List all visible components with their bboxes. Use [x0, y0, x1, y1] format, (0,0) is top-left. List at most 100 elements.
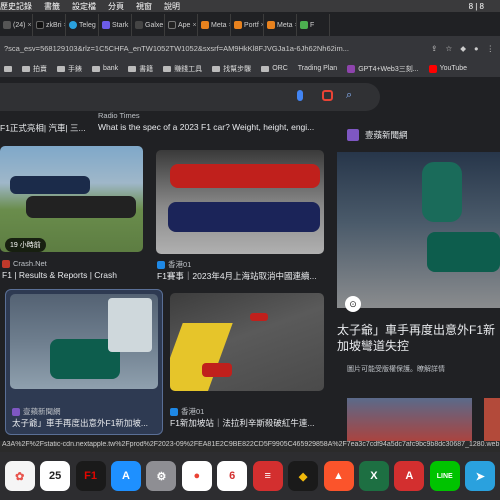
tab-label: Ape [178, 21, 191, 29]
binance-icon[interactable]: ◆ [288, 461, 319, 491]
zkbridge-icon [36, 21, 44, 29]
panel-source[interactable]: 壹蘋新聞網 [347, 129, 408, 141]
bookmark-gpt4[interactable]: GPT4+Web3三刻... [347, 64, 419, 74]
tab-2[interactable]: zkBri× [33, 14, 66, 36]
bookmark-bank[interactable]: bank [92, 65, 118, 72]
telegram-icon [69, 21, 77, 29]
bookmark-trading[interactable]: Trading Plan [298, 65, 337, 72]
menu-history[interactable]: 歷史記錄 [0, 1, 32, 12]
brave-icon[interactable]: ▲ [323, 461, 354, 491]
result-snippet[interactable]: F1正式亮相| 汽車| 三... [0, 122, 86, 134]
tab-1[interactable]: (24) × [0, 14, 33, 36]
menu-tabs[interactable]: 分頁 [108, 1, 124, 12]
share-icon[interactable]: ⇪ [431, 44, 437, 53]
bookmark-label: ORC [272, 65, 288, 72]
result-image[interactable] [170, 293, 324, 391]
bookmark-folder[interactable] [4, 65, 12, 72]
menu-help[interactable]: 說明 [164, 1, 180, 12]
app-6-icon[interactable]: 6 [217, 461, 248, 491]
bookmark-books[interactable]: 書籍 [128, 64, 153, 74]
photos-icon[interactable]: ✿ [4, 461, 35, 491]
result-source: 壹蘋新聞網 [12, 406, 61, 417]
url-field[interactable]: ?sca_esv=568129103&rlz=1C5CHFA_enTW1052T… [4, 44, 425, 53]
close-icon[interactable]: × [192, 22, 196, 29]
tab-5[interactable]: Galxe× [132, 14, 165, 36]
preview-image[interactable] [337, 152, 500, 308]
bookmark-watch[interactable]: 手錶 [57, 64, 82, 74]
tab-label: Teleg [79, 21, 96, 29]
bookmark-auction[interactable]: 拍賣 [22, 64, 47, 74]
line-icon[interactable]: LINE [429, 461, 460, 491]
lens-icon[interactable] [322, 90, 333, 101]
result-image[interactable] [156, 150, 324, 254]
tab-4[interactable]: Stark× [99, 14, 132, 36]
settings-icon[interactable]: ⚙ [146, 461, 177, 491]
menu-bookmarks[interactable]: 書籤 [44, 1, 60, 12]
bookmark-youtube[interactable]: YouTube [428, 64, 467, 73]
app-icon [300, 21, 308, 29]
bookmark-steps[interactable]: 找幫步驟 [212, 64, 251, 74]
acrobat-icon[interactable]: A [394, 461, 425, 491]
tab-10[interactable]: F [297, 14, 330, 36]
bookmarks-bar: 拍賣 手錶 bank 書籍 賺錢工具 找幫步驟 ORC Trading Plan… [0, 60, 500, 78]
metamask-icon [267, 21, 275, 29]
bookmark-orc[interactable]: ORC [261, 65, 288, 72]
star-icon[interactable]: ☆ [445, 44, 452, 53]
bookmark-tools[interactable]: 賺錢工具 [163, 64, 202, 74]
lens-search-icon[interactable]: ⊙ [345, 296, 361, 312]
tab-label: (24) [13, 21, 26, 29]
menu-profiles[interactable]: 設定檔 [72, 1, 96, 12]
result-caption[interactable]: F1 | Results & Reports | Crash [2, 270, 117, 280]
tab-label: F [310, 21, 315, 29]
result-caption[interactable]: F1賽事｜2023年4月上海站取消中國連續... [157, 270, 327, 282]
excel-icon[interactable]: X [358, 461, 389, 491]
tab-6[interactable]: Ape × [165, 14, 198, 36]
copyright-notice[interactable]: 圖片可能受版權保護。瞭解詳情 [347, 364, 445, 374]
bookmark-label: bank [103, 65, 119, 72]
tab-9[interactable]: Meta× [264, 14, 297, 36]
nextapple-icon [12, 407, 20, 416]
search-icon[interactable]: ⌕ [346, 89, 352, 102]
ferrari-car-image [170, 164, 320, 188]
red-app-icon[interactable]: ≡ [252, 461, 283, 491]
mic-icon[interactable] [297, 90, 303, 101]
ape-icon [168, 21, 176, 29]
stark-icon [102, 21, 110, 29]
menubar-status-text: 8 | 8 [468, 1, 484, 11]
menubar-status: 8 | 8 [469, 2, 496, 11]
nextapple-icon [347, 129, 359, 141]
preview-title[interactable]: 太子爺」車手再度出意外F1新加坡彎道失控 [337, 322, 500, 356]
folder-icon [163, 65, 172, 72]
result-caption[interactable]: 太子爺」車手再度出意外F1新加坡... [12, 417, 158, 429]
chrome-icon[interactable]: ● [181, 461, 212, 491]
folder-icon [212, 65, 221, 72]
result-source: Radio Times [98, 111, 140, 120]
folder-icon [261, 65, 270, 72]
extension-icon[interactable]: ◆ [460, 44, 466, 53]
f1-car-image [10, 176, 90, 194]
metamask-icon [234, 21, 242, 29]
gpt-icon [347, 64, 356, 73]
crash-net-icon [2, 259, 10, 268]
menu-window[interactable]: 視窗 [136, 1, 152, 12]
tab-8[interactable]: Portf× [231, 14, 264, 36]
result-image[interactable] [10, 294, 158, 389]
driver-inset-image [108, 298, 152, 352]
driver-image [422, 162, 462, 222]
result-source: 香港01 [170, 406, 204, 417]
close-icon[interactable]: × [27, 22, 31, 29]
tab-3[interactable]: Teleg× [66, 14, 99, 36]
time-badge: 19 小時前 [5, 238, 46, 252]
profile-icon[interactable]: ● [474, 44, 479, 53]
result-title[interactable]: What is the spec of a 2023 F1 car? Weigh… [98, 122, 323, 132]
result-caption[interactable]: F1新加坡站｜法拉利辛斯殺破紅牛連... [170, 417, 328, 429]
tab-label: Meta [277, 21, 293, 29]
app-store-icon[interactable]: A [110, 461, 141, 491]
menu-icon[interactable]: ⋮ [487, 44, 495, 53]
redbull-car-image [168, 202, 320, 232]
tab-7[interactable]: Meta× [198, 14, 231, 36]
f1-app-icon[interactable]: F1 [75, 461, 106, 491]
result-image[interactable] [0, 146, 143, 252]
telegram-icon[interactable]: ➤ [465, 461, 496, 491]
calendar-icon[interactable]: 25 [40, 461, 71, 491]
